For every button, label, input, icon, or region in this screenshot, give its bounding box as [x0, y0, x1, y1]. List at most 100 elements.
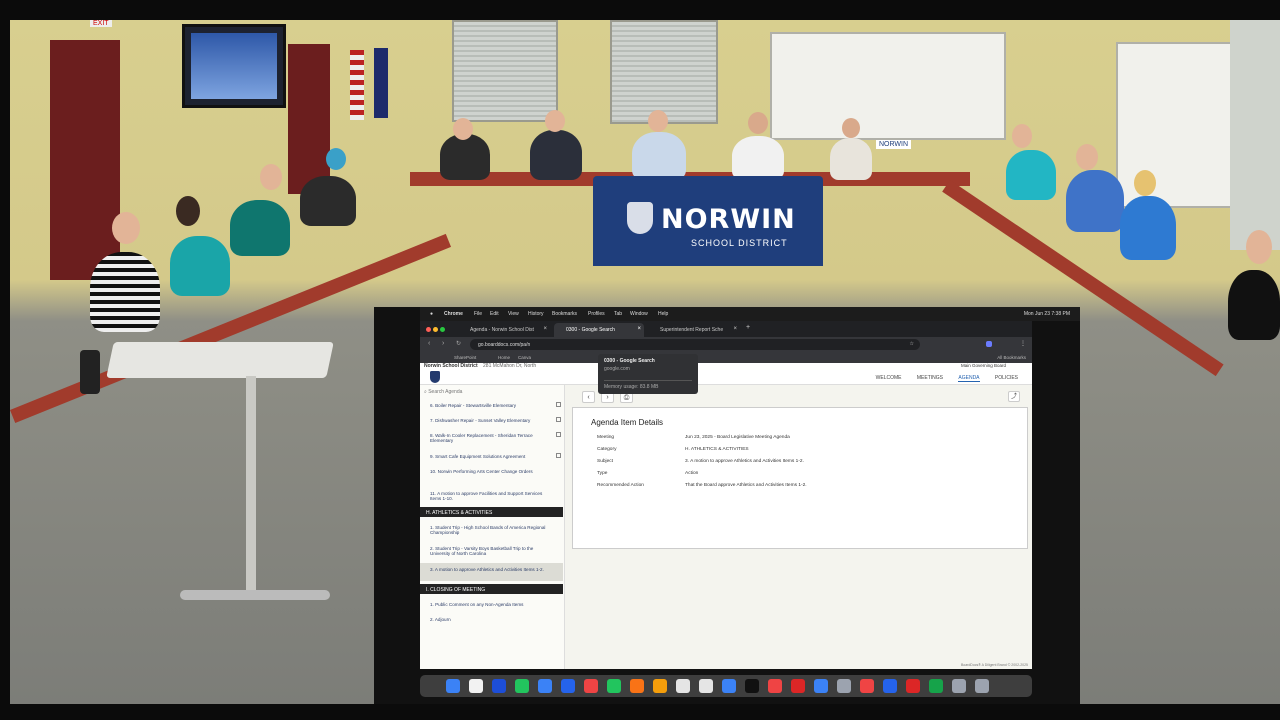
- tab-google-search[interactable]: 0300 - Google Search ×: [554, 323, 644, 337]
- agenda-item[interactable]: 2. Student Trip - Varsity Boys Basketbal…: [430, 546, 550, 557]
- dock-app-icon[interactable]: [469, 679, 483, 693]
- tab-agenda[interactable]: Agenda - Norwin School Dist ×: [458, 323, 550, 337]
- menu-edit[interactable]: Edit: [490, 311, 499, 317]
- dock-app-icon[interactable]: [814, 679, 828, 693]
- agenda-sidebar: ⌕ Search Agenda 6. Boiler Repair - Stewa…: [420, 385, 565, 669]
- agenda-item[interactable]: 2. Adjourn: [430, 617, 550, 622]
- bookmark-home[interactable]: Home: [498, 355, 510, 360]
- menu-kebab-icon[interactable]: ⋮: [1020, 340, 1026, 347]
- boarddocs-footer: BoardDocs® A Diligent Brand © 2002-2025: [960, 663, 1028, 667]
- agenda-item[interactable]: 7. Dishwasher Repair - Sunset Valley Ele…: [430, 418, 550, 423]
- menu-view[interactable]: View: [508, 311, 519, 317]
- detail-value: 3. A motion to approve Athletics and Act…: [685, 459, 804, 464]
- dock-app-icon[interactable]: [538, 679, 552, 693]
- apple-icon[interactable]: ●: [430, 311, 433, 317]
- agenda-item[interactable]: 9. Smart Cafe Equipment Solutions Agreem…: [430, 454, 550, 459]
- dock-app-icon[interactable]: [906, 679, 920, 693]
- dock-app-icon[interactable]: [883, 679, 897, 693]
- section-closing[interactable]: I. CLOSING OF MEETING: [420, 584, 563, 594]
- menu-help[interactable]: Help: [658, 311, 668, 317]
- section-athletics[interactable]: H. ATHLETICS & ACTIVITIES: [420, 507, 563, 517]
- share-icon[interactable]: ⤴: [1008, 391, 1020, 402]
- reload-icon[interactable]: ↻: [456, 340, 461, 347]
- attachment-icon[interactable]: [556, 453, 561, 458]
- agenda-item[interactable]: 8. Walk-In Cooler Replacement - Sheridan…: [430, 433, 550, 444]
- mac-menubar: ● Chrome File Edit View History Bookmark…: [420, 307, 1080, 321]
- dock-app-icon[interactable]: [630, 679, 644, 693]
- menu-profiles[interactable]: Profiles: [588, 311, 605, 317]
- wall-tv: [182, 24, 286, 108]
- agenda-item-selected[interactable]: 3. A motion to approve Athletics and Act…: [430, 567, 550, 572]
- forward-icon[interactable]: ›: [442, 340, 444, 347]
- dock-app-icon[interactable]: [722, 679, 736, 693]
- dock-app-icon[interactable]: [952, 679, 966, 693]
- search-icon: ⌕: [424, 389, 427, 395]
- bookmark-star-icon[interactable]: ☆: [910, 341, 914, 347]
- menu-history[interactable]: History: [528, 311, 544, 317]
- minimize-window-icon[interactable]: [433, 327, 438, 332]
- back-icon[interactable]: ‹: [428, 340, 430, 347]
- search-agenda[interactable]: ⌕ Search Agenda: [424, 389, 562, 398]
- nav-welcome[interactable]: WELCOME: [876, 375, 902, 381]
- dock-app-icon[interactable]: [492, 679, 506, 693]
- board-member: [440, 134, 490, 180]
- attendee: [90, 252, 160, 332]
- dock-app-icon[interactable]: [837, 679, 851, 693]
- new-tab-icon[interactable]: +: [746, 324, 750, 331]
- close-window-icon[interactable]: [426, 327, 431, 332]
- dock-app-icon[interactable]: [975, 679, 989, 693]
- attendee: [1006, 150, 1056, 200]
- attachment-icon[interactable]: [556, 402, 561, 407]
- dock-app-icon[interactable]: [791, 679, 805, 693]
- extension-icon[interactable]: [986, 341, 992, 347]
- dock-app-icon[interactable]: [584, 679, 598, 693]
- bookmark-canva[interactable]: Canva: [518, 355, 531, 360]
- nav-policies[interactable]: POLICIES: [995, 375, 1018, 381]
- dock-app-icon[interactable]: [745, 679, 759, 693]
- address-bar[interactable]: go.boarddocs.com/pa/n ☆: [470, 339, 920, 350]
- attendee: [1066, 170, 1124, 232]
- dock-app-icon[interactable]: [607, 679, 621, 693]
- left-door: [50, 40, 120, 280]
- menu-chrome[interactable]: Chrome: [444, 311, 463, 317]
- nav-agenda[interactable]: AGENDA: [958, 375, 980, 382]
- agenda-item[interactable]: 10. Norwin Performing Arts Center Change…: [430, 469, 550, 474]
- menu-tab[interactable]: Tab: [614, 311, 622, 317]
- dock-app-icon[interactable]: [929, 679, 943, 693]
- bookmark-sharepoint[interactable]: SharePoint: [454, 355, 476, 360]
- detail-label: Meeting: [597, 435, 615, 440]
- dock-app-icon[interactable]: [699, 679, 713, 693]
- zoom-window-icon[interactable]: [440, 327, 445, 332]
- attendee: [170, 236, 230, 296]
- detail-label: Recommended Action: [597, 483, 644, 488]
- menu-file[interactable]: File: [474, 311, 482, 317]
- small-sign: NORWIN: [876, 140, 912, 149]
- attachment-icon[interactable]: [556, 417, 561, 422]
- details-title: Agenda Item Details: [591, 418, 664, 427]
- attachment-icon[interactable]: [556, 432, 561, 437]
- nav-meetings[interactable]: MEETINGS: [917, 375, 943, 381]
- dock-app-icon[interactable]: [515, 679, 529, 693]
- close-tab-icon[interactable]: ×: [637, 326, 641, 332]
- menu-bookmarks[interactable]: Bookmarks: [552, 311, 577, 317]
- screen-share: ● Chrome File Edit View History Bookmark…: [374, 307, 1080, 704]
- previous-icon[interactable]: ‹: [582, 391, 595, 403]
- agenda-item[interactable]: 1. Public Comment on any Non-Agenda Item…: [430, 602, 550, 607]
- agenda-item[interactable]: 6. Boiler Repair - Stewartsville Element…: [430, 403, 550, 408]
- dock-app-icon[interactable]: [860, 679, 874, 693]
- all-bookmarks[interactable]: All Bookmarks: [997, 355, 1026, 360]
- district-logo-icon: [430, 371, 440, 383]
- agenda-item[interactable]: 11. A motion to approve Facilities and S…: [430, 491, 550, 502]
- tab-superintendent-report[interactable]: Superintendent Report Sche ×: [648, 323, 740, 337]
- dock-app-icon[interactable]: [768, 679, 782, 693]
- dock-app-icon[interactable]: [561, 679, 575, 693]
- agenda-item[interactable]: 1. Student Trip - High School Bands of A…: [430, 525, 550, 536]
- close-tab-icon[interactable]: ×: [543, 326, 547, 332]
- dock-app-icon[interactable]: [676, 679, 690, 693]
- dock-app-icon[interactable]: [653, 679, 667, 693]
- menu-window[interactable]: Window: [630, 311, 648, 317]
- detail-label: Subject: [597, 459, 613, 464]
- dock-app-icon[interactable]: [446, 679, 460, 693]
- close-tab-icon[interactable]: ×: [733, 326, 737, 332]
- detail-label: Type: [597, 471, 608, 476]
